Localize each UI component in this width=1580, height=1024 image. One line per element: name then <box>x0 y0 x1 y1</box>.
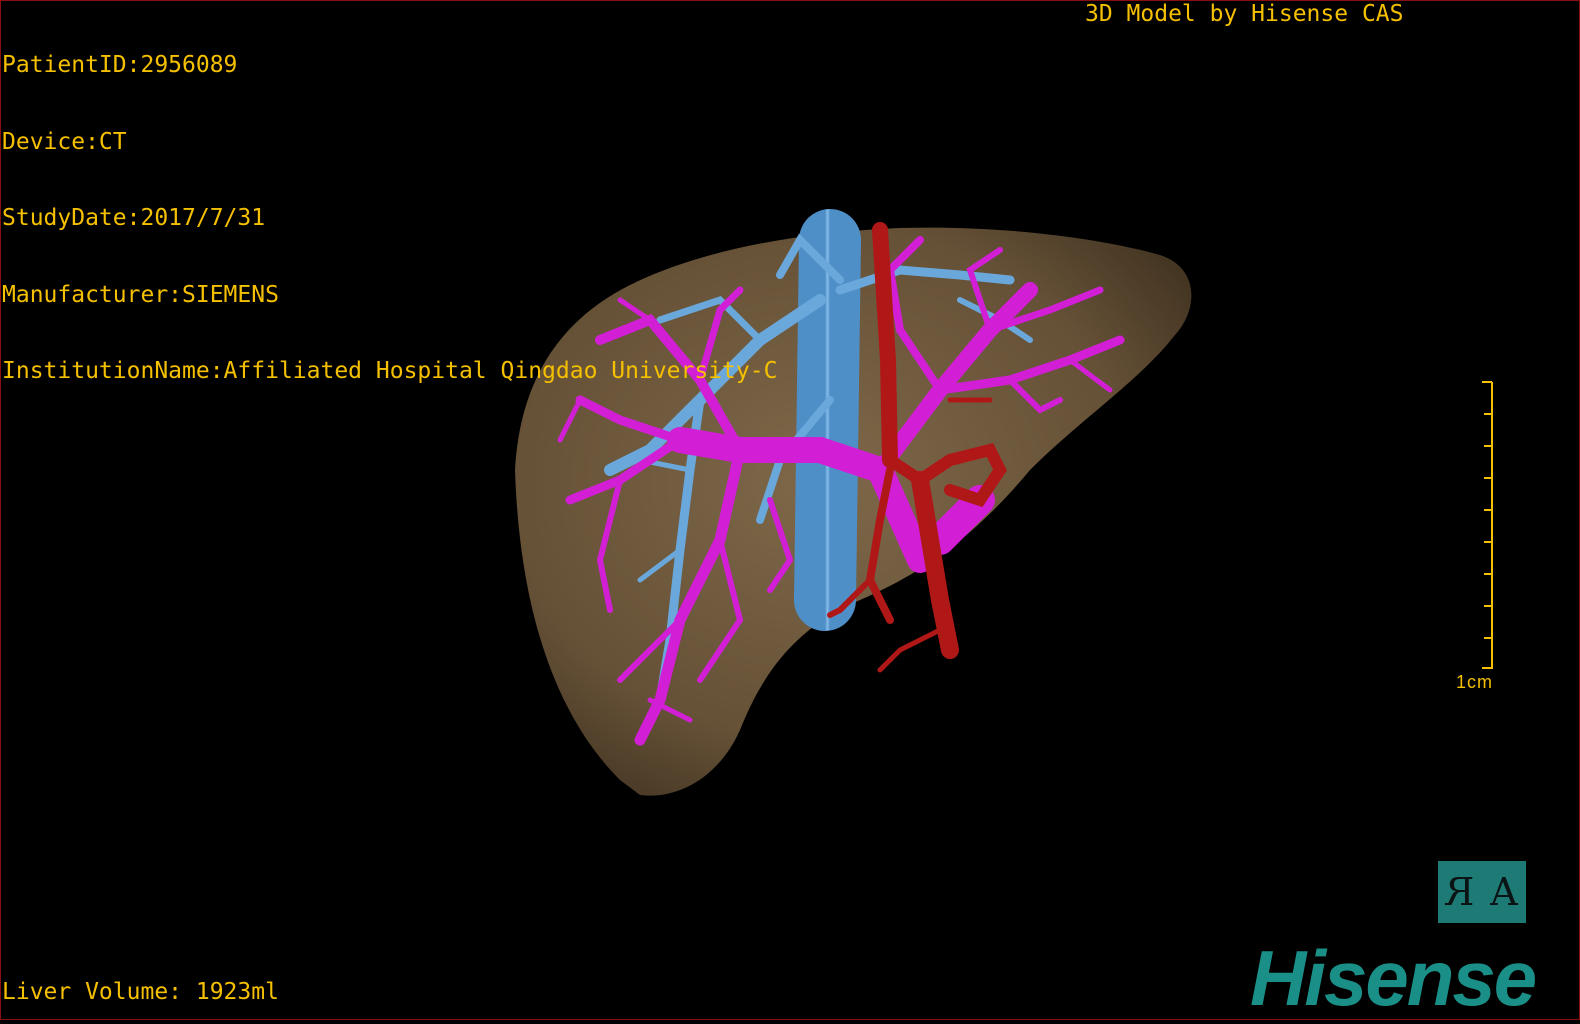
hisense-logo: Hisense <box>1250 934 1537 1022</box>
orientation-r-glyph: R <box>1445 870 1475 914</box>
scale-bar <box>1482 381 1493 669</box>
orientation-cube[interactable]: R A <box>1438 861 1526 923</box>
patient-id-text: PatientID:2956089 <box>2 52 238 78</box>
device-text: Device:CT <box>2 128 127 155</box>
manufacturer-text: Manufacturer:SIEMENS <box>2 281 279 308</box>
institution-text: InstitutionName:Affiliated Hospital Qing… <box>2 358 778 384</box>
scale-bar-label: 1cm <box>1456 672 1494 692</box>
orientation-a-glyph: A <box>1490 870 1518 914</box>
liver-volume-text: Liver Volume: 1923ml <box>2 979 279 1005</box>
study-date-text: StudyDate:2017/7/31 <box>2 205 266 231</box>
model-credit-text: 3D Model by Hisense CAS <box>1085 1 1404 27</box>
dicom-info-overlay: PatientID:2956089 Device:CT StudyDate:20… <box>2 2 777 410</box>
